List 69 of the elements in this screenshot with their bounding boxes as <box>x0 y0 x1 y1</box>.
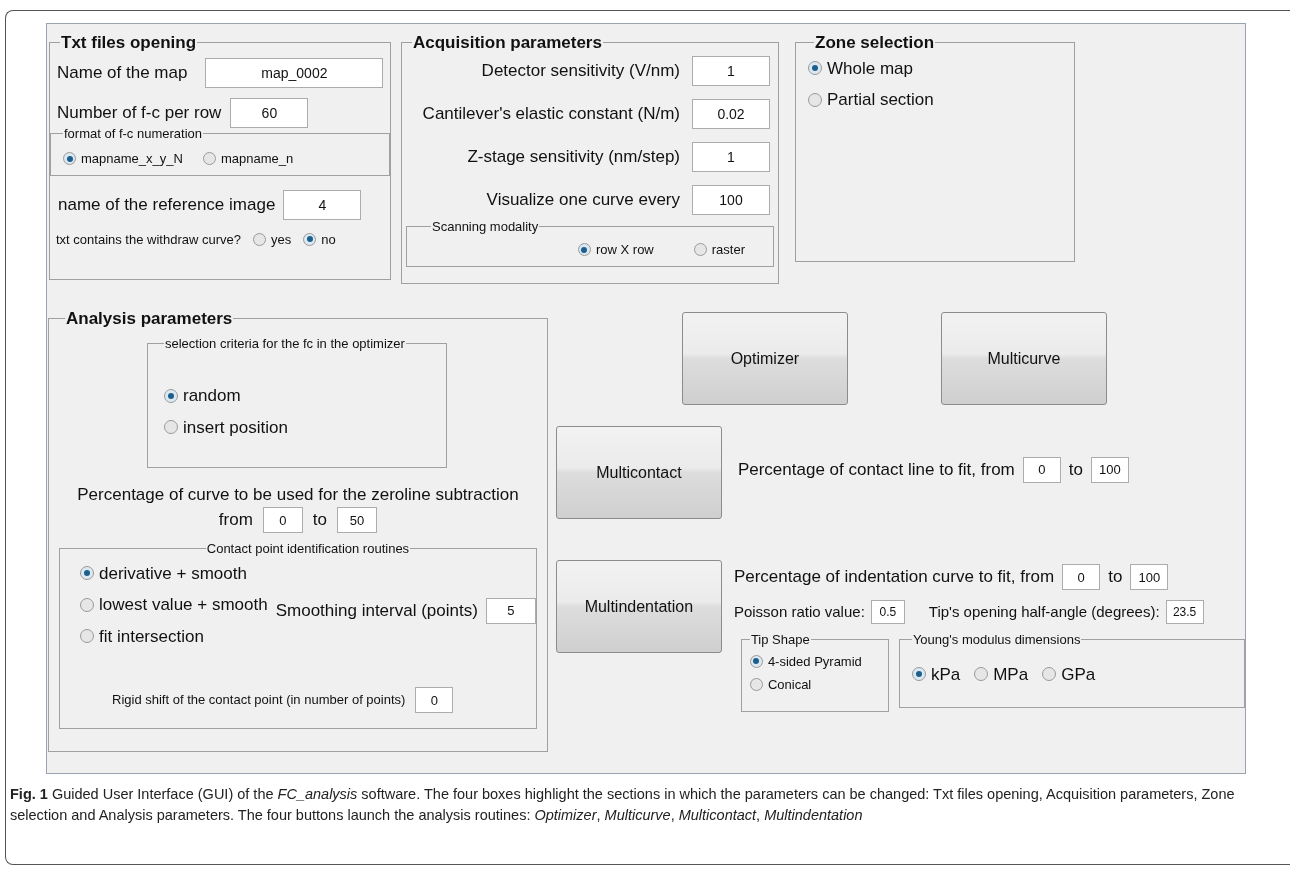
field-label: Number of f-c per row <box>57 101 222 124</box>
input-field[interactable]: 4 <box>283 189 362 220</box>
group-title: Tip Shape <box>749 631 811 649</box>
action-button[interactable]: Multicontact <box>555 426 722 519</box>
radio-option[interactable]: MPa <box>974 661 1029 687</box>
radio-option[interactable]: raster <box>693 240 745 260</box>
field-label: Smoothing interval (points) <box>275 600 478 622</box>
radio-option[interactable]: random <box>164 383 241 409</box>
input-field[interactable]: map_0002 <box>205 57 384 88</box>
radio-option[interactable]: lowest value + smooth <box>80 592 268 618</box>
field-label: txt contains the withdraw curve? <box>56 230 241 249</box>
field-label: Z-stage sensitivity (nm/step) <box>467 145 680 168</box>
radio-option[interactable]: insert position <box>164 414 288 440</box>
input-field[interactable]: 1 <box>692 55 770 86</box>
group-title: Analysis parameters <box>65 308 234 330</box>
radio-option[interactable]: GPa <box>1042 661 1096 687</box>
input-field[interactable]: 1 <box>692 141 770 172</box>
group-title: Txt files opening <box>60 32 198 54</box>
input-field[interactable]: 0 <box>1022 456 1061 483</box>
field-label: Rigid shift of the contact point (in number of points) <box>112 691 406 710</box>
radio-option[interactable]: mapname_n <box>202 149 294 169</box>
input-field[interactable]: 60 <box>230 97 309 128</box>
input-field[interactable]: 100 <box>1130 564 1169 590</box>
field-label: Detector sensitivity (V/nm) <box>481 59 680 82</box>
field-label: Percentage of curve to be used for the zeroline subtraction <box>77 483 519 506</box>
group-title: Acquisition parameters <box>412 32 603 54</box>
field-label: to <box>312 509 328 532</box>
radio-option[interactable]: no <box>303 229 336 249</box>
group-title: format of f-c numeration <box>63 124 203 143</box>
input-field[interactable]: 23.5 <box>1165 600 1204 624</box>
action-button[interactable]: Optimizer <box>681 312 848 405</box>
radio-option[interactable]: row X row <box>577 240 654 260</box>
field-label: Percentage of contact line to fit, from <box>737 458 1015 481</box>
radio-option[interactable]: 4-sided Pyramid <box>749 651 862 671</box>
radio-option[interactable]: Whole map <box>808 55 913 81</box>
group-title: Young's modulus dimensions <box>911 631 1082 649</box>
field-label: Cantilever's elastic constant (N/m) <box>422 102 680 125</box>
field-label: Percentage of indentation curve to fit, from <box>733 566 1055 589</box>
radio-option[interactable]: Conical <box>749 675 812 695</box>
input-field[interactable]: 0 <box>415 687 454 713</box>
group-title: Contact point identification routines <box>205 540 411 558</box>
field-label: to <box>1068 458 1083 481</box>
field-label: Name of the map <box>57 61 188 84</box>
group-title: Scanning modality <box>431 217 540 236</box>
group-title: selection criteria for the fc in the optimizer <box>164 334 406 353</box>
input-field[interactable]: 100 <box>692 184 770 215</box>
radio-option[interactable]: Partial section <box>808 87 934 113</box>
field-label: name of the reference image <box>58 193 276 216</box>
input-field[interactable]: 100 <box>1090 456 1129 483</box>
radio-option[interactable]: kPa <box>911 661 961 687</box>
input-field[interactable]: 0 <box>1062 564 1101 590</box>
input-field[interactable]: 50 <box>337 507 378 533</box>
action-button[interactable]: Multindentation <box>555 560 722 653</box>
radio-option[interactable]: fit intersection <box>80 623 204 649</box>
field-label: to <box>1108 566 1123 589</box>
field-label: Poisson ratio value: <box>733 601 865 622</box>
radio-option[interactable]: derivative + smooth <box>80 560 247 586</box>
radio-option[interactable]: mapname_x_y_N <box>63 149 183 169</box>
field-label: Tip's opening half-angle (degrees): <box>928 601 1160 622</box>
input-field[interactable]: 0.02 <box>692 98 770 129</box>
figure-caption: Fig. 1 Guided User Interface (GUI) of the FC_analysis software. The four boxes highlight the sections in which the parameters can be changed: Txt files opening, Acquisition parameters, Zone selection and Analysis parameters. The four buttons launch the analysis routines: Optimizer, Multicurve, Multicontact, Multindentation <box>10 785 1236 825</box>
radio-option[interactable]: yes <box>253 229 292 249</box>
field-label: from <box>218 509 253 532</box>
input-field[interactable]: 0.5 <box>870 600 905 624</box>
input-field[interactable]: 0 <box>262 507 303 533</box>
group-title: Zone selection <box>814 32 936 54</box>
input-field[interactable]: 5 <box>485 597 536 624</box>
action-button[interactable]: Multicurve <box>940 312 1107 405</box>
field-label: Visualize one curve every <box>486 188 680 211</box>
